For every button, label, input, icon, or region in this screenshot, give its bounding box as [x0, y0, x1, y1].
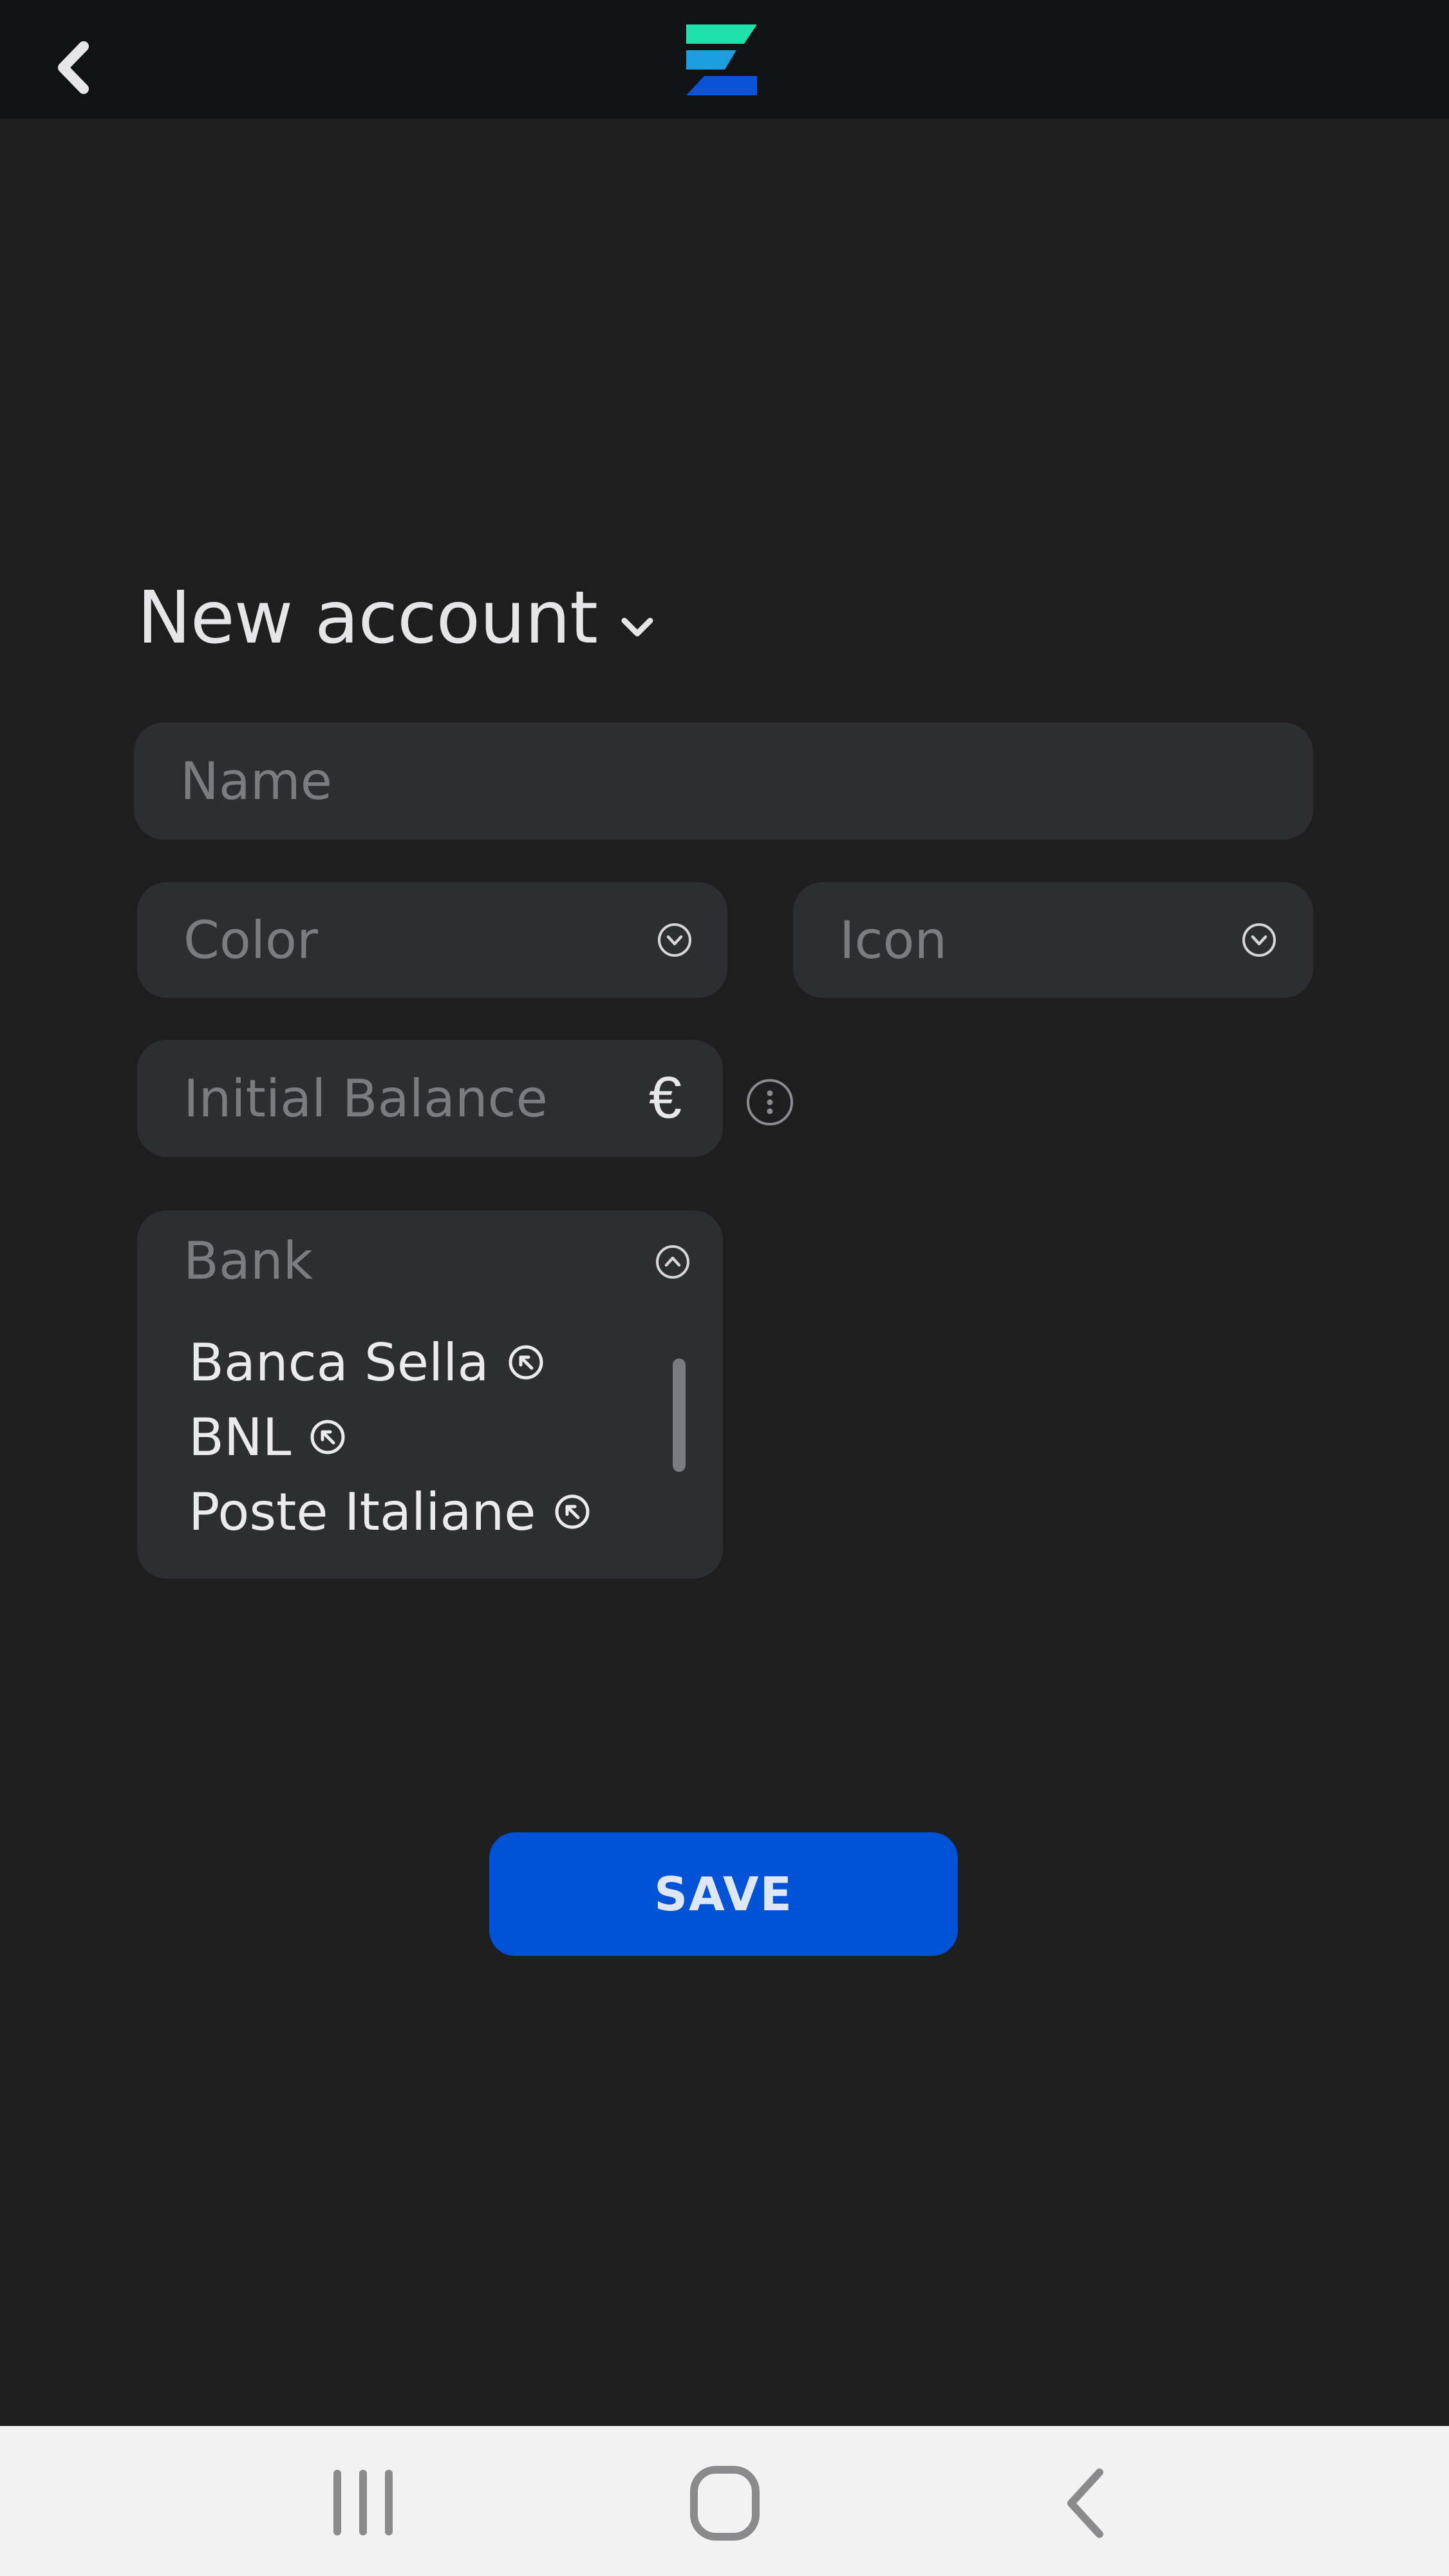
bank-label: Bank	[183, 1231, 313, 1291]
chevron-down-icon	[621, 617, 653, 637]
chevron-left-icon	[58, 41, 89, 94]
chevron-down-circle-icon	[658, 923, 691, 957]
color-placeholder: Color	[183, 910, 318, 970]
home-button[interactable]	[680, 2465, 770, 2542]
account-type-selector[interactable]: New account	[137, 567, 658, 670]
name-field-container	[134, 722, 1313, 840]
home-icon	[690, 2466, 760, 2541]
page-title: New account	[137, 576, 598, 660]
bank-option-label: Banca Sella	[189, 1332, 489, 1393]
bank-select[interactable]: Bank Banca Sella BNL Poste Italiane	[137, 1210, 723, 1579]
system-back-button[interactable]	[1043, 2465, 1133, 2542]
save-button[interactable]: SAVE	[489, 1832, 958, 1956]
initial-balance-input[interactable]	[137, 1068, 634, 1129]
recents-icon	[333, 2470, 393, 2535]
info-button[interactable]	[745, 1078, 794, 1127]
bank-list-scrollbar[interactable]	[673, 1359, 686, 1472]
chevron-up-circle-icon[interactable]	[655, 1244, 691, 1280]
chevron-down-circle-icon	[1242, 923, 1276, 957]
external-link-icon	[310, 1420, 345, 1454]
bank-option-bnl[interactable]: BNL	[189, 1400, 591, 1474]
name-input[interactable]	[134, 751, 1313, 811]
bank-option-banca-sella[interactable]: Banca Sella	[189, 1325, 591, 1400]
external-link-icon	[509, 1345, 543, 1380]
bank-option-poste-italiane[interactable]: Poste Italiane	[189, 1474, 591, 1549]
currency-symbol: €	[648, 1065, 682, 1131]
initial-balance-field-container: €	[137, 1040, 723, 1157]
external-link-icon	[555, 1494, 590, 1529]
icon-select[interactable]: Icon	[793, 882, 1313, 998]
more-vertical-icon	[747, 1079, 793, 1125]
bank-option-label: Poste Italiane	[189, 1481, 536, 1542]
app-logo	[684, 22, 760, 98]
top-bar	[0, 0, 1449, 118]
back-button[interactable]	[45, 32, 103, 103]
icon-placeholder: Icon	[839, 910, 948, 970]
bank-options-list: Banca Sella BNL Poste Italiane	[189, 1325, 591, 1549]
bank-option-label: BNL	[189, 1407, 292, 1467]
system-navigation-bar	[0, 2426, 1449, 2576]
back-icon	[1067, 2468, 1103, 2538]
color-select[interactable]: Color	[137, 882, 727, 998]
recents-button[interactable]	[318, 2465, 408, 2542]
